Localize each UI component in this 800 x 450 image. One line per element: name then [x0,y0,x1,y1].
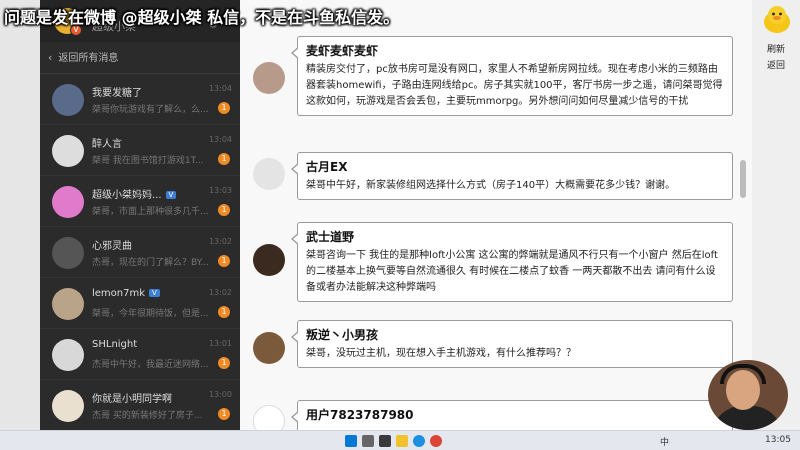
conversation-name: SHLnight [92,339,138,350]
message-text: 桀哥咨询一下 我住的是那种loft小公寓 这公寓的弊端就是通风不行只有一个小窗户… [306,250,718,293]
message-avatar[interactable] [253,62,285,94]
message-text: 桀哥，没玩过主机，现在想入手主机游戏，有什么推荐吗？？ [306,348,576,359]
unread-badge: 1 [218,306,230,318]
start-icon[interactable] [345,435,357,447]
taskbar: 中 13:05 [0,430,800,450]
message-bubble: 武士道野桀哥咨询一下 我住的是那种loft小公寓 这公寓的弊端就是通风不行只有一… [291,222,733,302]
unread-badge: 1 [218,255,230,267]
overlay-banner: 问题是发在微博 @超级小桀 私信，不是在斗鱼私信发。 [4,8,400,27]
conversation-time: 13:04 [208,135,232,144]
message-bubble: 叛逆丶小男孩桀哥，没玩过主机，现在想入手主机游戏，有什么推荐吗？？ [291,320,733,368]
conversation-time: 13:02 [208,237,232,246]
unread-badge: 1 [218,357,230,369]
conversation-list: 我要发糖了 桀哥你玩游戏有了解么，么... 13:04 1 醉人言 桀哥 我在图… [40,74,240,430]
back-label: 返回所有消息 [58,53,119,64]
conversation-time: 13:02 [208,288,232,297]
message-avatar[interactable] [253,158,285,190]
conversation-name: 超级小桀妈妈... V [92,186,177,201]
conversation-preview: 桀哥 我在图书馆打游戏1T... [92,156,204,166]
search-icon[interactable] [362,435,374,447]
conversation-avatar [52,390,84,422]
duck-icon [764,6,790,33]
conversation-name: lemon7mk V [92,288,160,299]
conversation-time: 13:03 [208,186,232,195]
conversation-item[interactable]: 心邪灵曲 杰哥，现在的门了解么？BY... 13:02 1 [40,227,240,278]
conversation-item[interactable]: 你就是小明同学啊 杰哥 买的新装修好了房子... 13:00 1 [40,380,240,430]
message-text: 桀哥中午好，新家装修组网选择什么方式（房子140平）大概需要花多少钱？谢谢。 [306,180,676,191]
conversation-avatar [52,186,84,218]
message-sender[interactable]: 武士道野 [306,228,724,245]
conversation-time: 13:00 [208,390,232,399]
conversation-name: 我要发糖了 [92,88,142,99]
conversation-preview: 桀哥，今年很期待饭，但是... [92,309,209,319]
unread-badge: 1 [218,408,230,420]
message-bubble: 麦虾麦虾麦虾精装房交付了，pc放书房可是没有网口，家里人不希望新房网拉线。现在考… [291,36,733,116]
message-text: 精装房交付了，pc放书房可是没有网口，家里人不希望新房网拉线。现在考虑小米的三频… [306,64,723,107]
conversation-avatar [52,237,84,269]
message-bubble: 古月EX 桀哥中午好，新家装修组网选择什么方式（房子140平）大概需要花多少钱？谢… [291,152,733,200]
back-button[interactable]: 返回 [752,58,800,71]
message-sender[interactable]: 用户7823787980 [306,406,724,423]
conversation-avatar [52,339,84,371]
message-sender[interactable]: 麦虾麦虾麦虾 [306,42,724,59]
refresh-button[interactable]: 刷新 [752,42,800,55]
webcam-overlay [708,360,788,430]
conversation-name: 你就是小明同学啊 [92,394,172,405]
vip-tag: V [165,191,177,199]
unread-badge: 1 [218,204,230,216]
conversation-preview: 杰哥中午好，我最近迷网络... [92,360,209,370]
conversation-item[interactable]: 醉人言 桀哥 我在图书馆打游戏1T... 13:04 1 [40,125,240,176]
unread-badge: 1 [218,102,230,114]
headphones-icon [720,364,766,384]
conversation-name: 醉人言 [92,139,122,150]
conversation-name: 心邪灵曲 [92,241,132,252]
folder-icon[interactable] [396,435,408,447]
tray-clock: 13:05 [765,435,791,445]
vip-tag: V [149,289,160,297]
chrome-icon[interactable] [430,435,442,447]
conversation-item[interactable]: SHLnight 杰哥中午好，我最近迷网络... 13:01 1 [40,329,240,380]
edge-icon[interactable] [413,435,425,447]
unread-badge: 1 [218,153,230,165]
conversation-item[interactable]: lemon7mk V 桀哥，今年很期待饭，但是... 13:02 1 [40,278,240,329]
tray-lang[interactable]: 中 [660,435,669,448]
webcam-shirt [712,406,782,430]
conversation-time: 13:01 [208,339,232,348]
conversation-preview: 杰哥 买的新装修好了房子... [92,411,203,421]
conversation-item[interactable]: 我要发糖了 桀哥你玩游戏有了解么，么... 13:04 1 [40,74,240,125]
conversation-avatar [52,84,84,116]
conversation-avatar [52,288,84,320]
message-sender[interactable]: 叛逆丶小男孩 [306,326,724,343]
conversation-time: 13:04 [208,84,232,93]
message-avatar[interactable] [253,244,285,276]
conversation-preview: 桀哥你玩游戏有了解么，么... [92,105,209,115]
conversation-item[interactable]: 超级小桀妈妈... V 桀哥，市面上那种很多几千... 13:03 1 [40,176,240,227]
message-avatar[interactable] [253,332,285,364]
message-sender[interactable]: 古月EX [306,158,724,175]
back-to-all-messages[interactable]: ‹ 返回所有消息 [40,42,240,74]
taskview-icon[interactable] [379,435,391,447]
conversation-avatar [52,135,84,167]
conversation-preview: 杰哥，现在的门了解么？BY... [92,258,209,268]
conversation-sidebar: V 超级小桀 ⚙ ‹ 返回所有消息 我要发糖了 桀哥你玩游戏有了解么，么... 1… [40,0,240,430]
scrollbar[interactable] [740,160,746,198]
conversation-preview: 桀哥，市面上那种很多几千... [92,207,209,217]
chevron-left-icon: ‹ [48,51,53,64]
